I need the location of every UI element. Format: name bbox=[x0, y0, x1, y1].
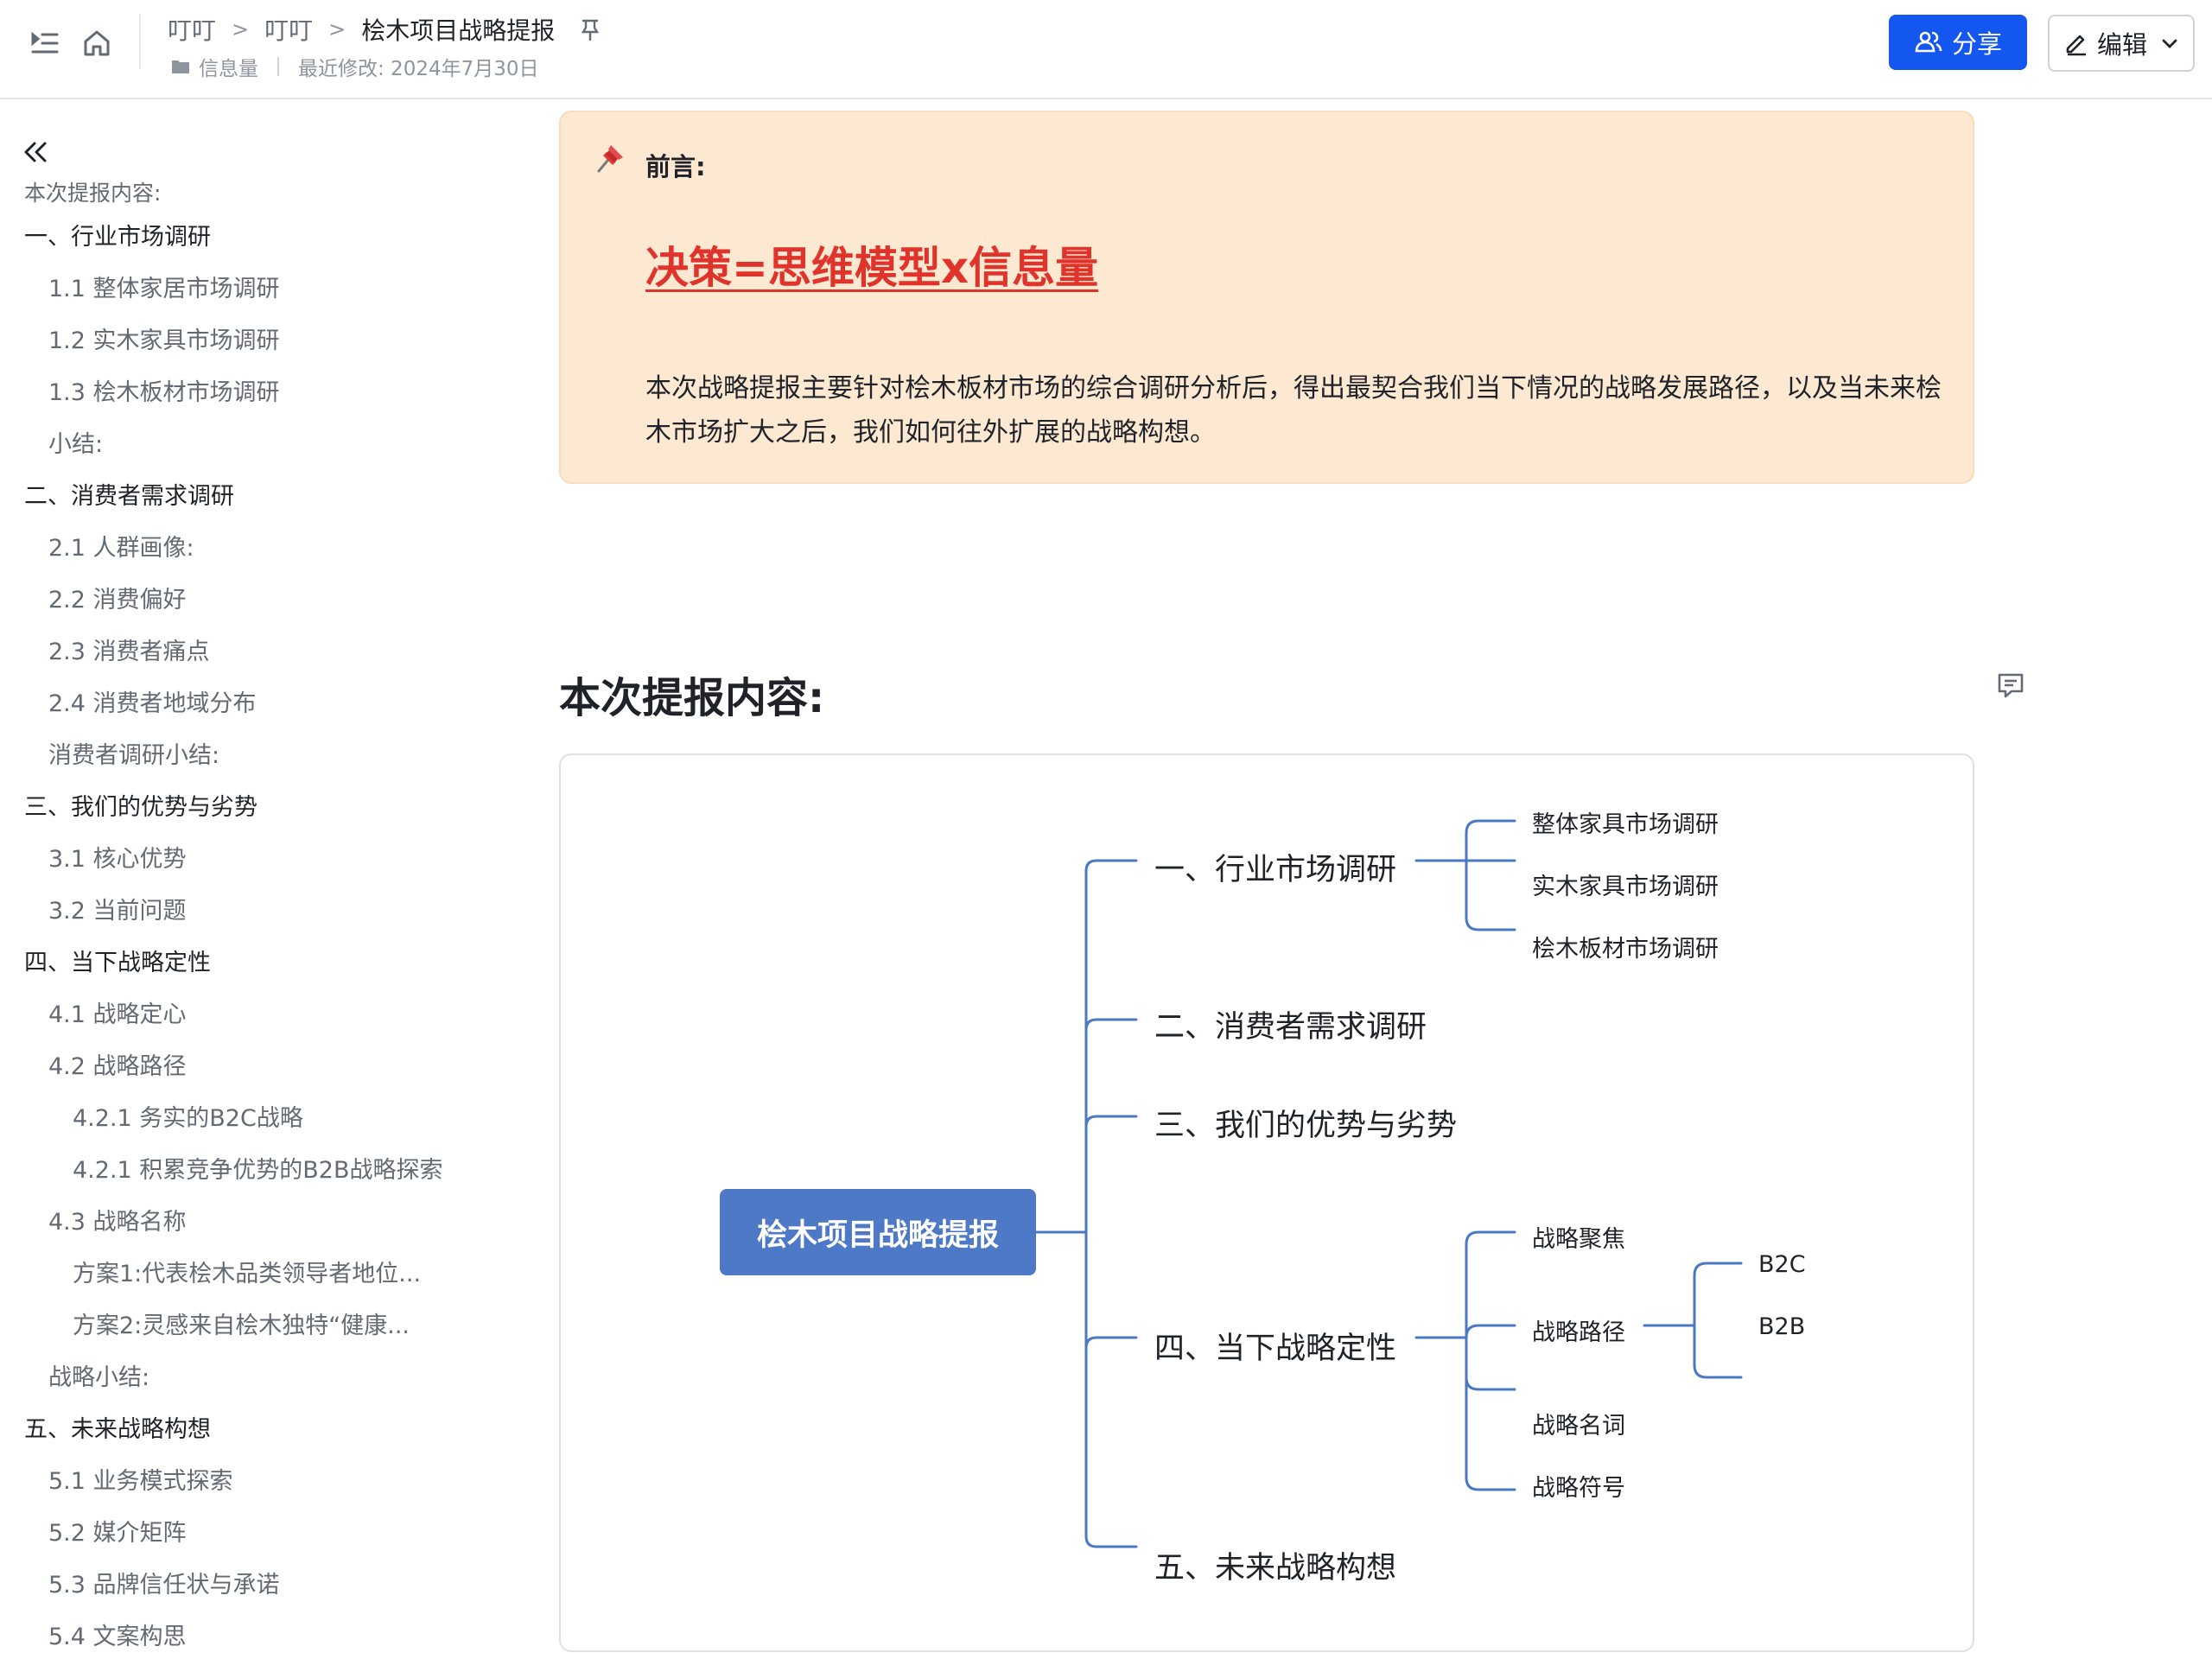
document-title[interactable]: 桧木项目战略提报 bbox=[361, 12, 555, 47]
outline-item[interactable]: 3.1 核心优势 bbox=[48, 840, 187, 874]
users-icon bbox=[1915, 31, 1942, 53]
collapse-sidebar-icon[interactable] bbox=[19, 135, 54, 169]
callout-body: 本次战略提报主要针对桧木板材市场的综合调研分析后，得出最契合我们当下情况的战略发… bbox=[645, 373, 1942, 448]
outline-item[interactable]: 2.3 消费者痛点 bbox=[48, 632, 210, 666]
comment-icon[interactable] bbox=[1994, 669, 2027, 702]
outline-item[interactable]: 消费者调研小结: bbox=[48, 736, 219, 770]
outline-item[interactable]: 小结: bbox=[48, 425, 103, 459]
mindmap-leaf[interactable]: 整体家具市场调研 bbox=[1532, 805, 1719, 839]
outline-item[interactable]: 方案2:灵感来自桧木独特“健康... bbox=[73, 1306, 410, 1340]
outline-item[interactable]: 4.2.1 积累竞争优势的B2B战略探索 bbox=[73, 1151, 443, 1185]
outline-item[interactable]: 本次提报内容: bbox=[24, 176, 161, 207]
outline-item[interactable]: 1.3 桧木板材市场调研 bbox=[48, 373, 280, 407]
callout-label: 前言: bbox=[645, 152, 706, 181]
meta-divider bbox=[277, 57, 279, 76]
edit-button[interactable]: 编辑 bbox=[2048, 15, 2195, 72]
mindmap-connector bbox=[1465, 1230, 1516, 1246]
mindmap-leaf[interactable]: 战略名词 bbox=[1532, 1407, 1625, 1440]
preface-callout: 前言: 决策=思维模型x信息量 本次战略提报主要针对桧木板材市场的综合调研分析后… bbox=[559, 111, 1974, 484]
folder-label[interactable]: 信息量 bbox=[199, 52, 258, 81]
last-modified: 最近修改: 2024年7月30日 bbox=[298, 58, 539, 80]
mindmap-branch[interactable]: 四、当下战略定性 bbox=[1154, 1324, 1396, 1368]
outline-item[interactable]: 方案1:代表桧木品类领导者地位... bbox=[73, 1255, 421, 1288]
mindmap-root[interactable]: 桧木项目战略提报 bbox=[720, 1189, 1036, 1275]
mindmap-connector bbox=[1084, 1018, 1138, 1032]
outline-item[interactable]: 战略小结: bbox=[48, 1358, 149, 1392]
mindmap-connector bbox=[1693, 1363, 1743, 1379]
mindmap-connector bbox=[1084, 1115, 1138, 1128]
share-button[interactable]: 分享 bbox=[1889, 15, 2027, 70]
mindmap-connector bbox=[1465, 1376, 1516, 1391]
callout-headline: 决策=思维模型x信息量 bbox=[645, 243, 1099, 293]
outline-item[interactable]: 三、我们的优势与劣势 bbox=[24, 788, 257, 822]
outline-item[interactable]: 2.4 消费者地域分布 bbox=[48, 684, 257, 718]
home-icon[interactable] bbox=[79, 26, 114, 60]
outline-item[interactable]: 5.2 媒介矩阵 bbox=[48, 1514, 187, 1548]
pin-icon[interactable] bbox=[577, 16, 603, 42]
breadcrumb-item[interactable]: 叮叮 bbox=[264, 12, 313, 47]
breadcrumb: 叮叮 > 叮叮 > 桧木项目战略提报 bbox=[168, 10, 603, 48]
mindmap-branch[interactable]: 一、行业市场调研 bbox=[1154, 845, 1396, 889]
edit-label: 编辑 bbox=[2096, 30, 2147, 60]
outline-item[interactable]: 2.1 人群画像: bbox=[48, 529, 194, 563]
mindmap-connector bbox=[1465, 916, 1516, 931]
mindmap-connector bbox=[1084, 859, 1138, 873]
mindmap-leaf[interactable]: 战略符号 bbox=[1532, 1469, 1625, 1503]
mindmap-connector bbox=[1465, 1363, 1516, 1491]
chevron-right-icon: > bbox=[328, 17, 346, 41]
mindmap-connector bbox=[1465, 819, 1516, 835]
outline-item[interactable]: 四、当下战略定性 bbox=[24, 944, 211, 977]
outline-item[interactable]: 1.1 整体家居市场调研 bbox=[48, 270, 280, 303]
folder-icon bbox=[169, 55, 192, 78]
outline-item[interactable]: 1.2 实木家具市场调研 bbox=[48, 321, 280, 355]
mindmap-connector bbox=[1465, 1324, 1516, 1339]
mindmap-leaf[interactable]: 桧木板材市场调研 bbox=[1532, 930, 1719, 963]
mindmap-leaf[interactable]: B2C bbox=[1758, 1251, 1806, 1278]
outline-item[interactable]: 一、行业市场调研 bbox=[24, 218, 211, 251]
outline-item[interactable]: 5.1 业务模式探索 bbox=[48, 1462, 233, 1496]
outline-item[interactable]: 4.2 战略路径 bbox=[48, 1047, 187, 1081]
chevron-down-icon bbox=[2159, 33, 2180, 54]
top-bar: 叮叮 > 叮叮 > 桧木项目战略提报 信息量 最近修改: 2024年7月30日 … bbox=[0, 0, 2212, 99]
doc-meta: 信息量 最近修改: 2024年7月30日 bbox=[169, 52, 539, 81]
outline-item[interactable]: 4.2.1 务实的B2C战略 bbox=[73, 1099, 303, 1133]
outline-item[interactable]: 五、未来战略构想 bbox=[24, 1410, 211, 1444]
mindmap-branch[interactable]: 三、我们的优势与劣势 bbox=[1154, 1101, 1457, 1145]
mindmap-connector bbox=[1084, 1336, 1138, 1350]
outline-toggle-icon[interactable] bbox=[28, 26, 62, 60]
pencil-icon bbox=[2063, 29, 2090, 57]
outline-item[interactable]: 5.3 品牌信任状与承诺 bbox=[48, 1566, 280, 1599]
mindmap-leaf[interactable]: B2B bbox=[1758, 1313, 1805, 1340]
outline-item[interactable]: 3.2 当前问题 bbox=[48, 892, 187, 925]
mindmap-leaf[interactable]: 实木家具市场调研 bbox=[1532, 868, 1719, 901]
outline-item[interactable]: 二、消费者需求调研 bbox=[24, 477, 234, 511]
mindmap[interactable]: 桧木项目战略提报 一、行业市场调研 二、消费者需求调研 三、我们的优势与劣势 四… bbox=[559, 753, 1974, 1652]
mindmap-leaf[interactable]: 战略路径 bbox=[1532, 1313, 1625, 1347]
mindmap-branch[interactable]: 五、未来战略构想 bbox=[1154, 1543, 1396, 1587]
section-heading: 本次提报内容: bbox=[559, 674, 825, 722]
mindmap-branch[interactable]: 二、消费者需求调研 bbox=[1154, 1002, 1427, 1046]
outline-item[interactable]: 4.1 战略定心 bbox=[48, 995, 187, 1029]
outline-item[interactable]: 4.3 战略名称 bbox=[48, 1203, 187, 1236]
mindmap-leaf[interactable]: 战略聚焦 bbox=[1532, 1220, 1625, 1254]
mindmap-connector bbox=[1084, 1535, 1138, 1548]
chevron-right-icon: > bbox=[232, 17, 250, 41]
pushpin-icon bbox=[592, 142, 626, 176]
outline-item[interactable]: 5.4 文案构思 bbox=[48, 1618, 187, 1651]
breadcrumb-item[interactable]: 叮叮 bbox=[168, 12, 216, 47]
share-label: 分享 bbox=[1951, 29, 2002, 59]
header-divider bbox=[139, 14, 141, 69]
mindmap-connector bbox=[1693, 1262, 1743, 1277]
outline-item[interactable]: 2.2 消费偏好 bbox=[48, 581, 187, 614]
